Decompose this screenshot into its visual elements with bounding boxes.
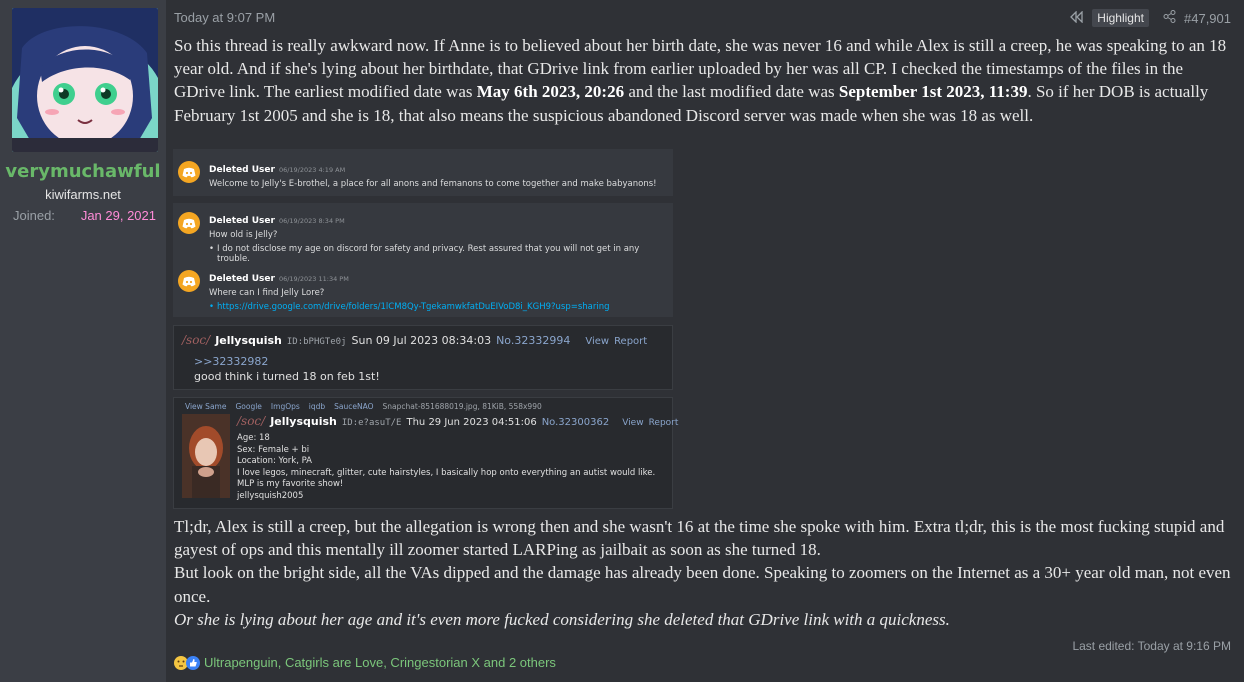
discord-time: 06/19/2023 4:19 AM <box>278 166 346 174</box>
rewind-icon[interactable] <box>1070 9 1084 26</box>
chan-poster-name: Jellysquish <box>270 415 337 428</box>
chan-file-link[interactable]: iqdb <box>309 402 325 411</box>
discord-time: 06/19/2023 11:34 PM <box>278 275 349 283</box>
discord-message-text: How old is Jelly? <box>209 230 278 240</box>
chan-post-line: jellysquish2005 <box>237 490 304 501</box>
body-paragraph-italic: Or she is lying about her age and it's e… <box>174 608 1234 631</box>
chan-file-info: Snapchat-851688019.jpg, 81KiB, 558x990 <box>382 402 542 411</box>
chan-report-link[interactable]: Report <box>649 418 679 428</box>
chan-post-line: Age: 18 <box>237 433 270 443</box>
post-main: Today at 9:07 PM Highlight #47,901 So th… <box>166 0 1244 682</box>
chan-view-link[interactable]: View <box>622 418 643 428</box>
chan-post-date: Sun 09 Jul 2023 08:34:03 <box>351 334 492 347</box>
chan-poster-name: Jellysquish <box>215 334 282 347</box>
reactions-list[interactable]: Ultrapenguin, Catgirls are Love, Cringes… <box>204 655 556 670</box>
share-icon[interactable] <box>1163 10 1176 26</box>
chan-post-date: Thu 29 Jun 2023 04:51:06 <box>406 417 537 428</box>
chan-post-line: Sex: Female + bi <box>237 444 310 455</box>
chan-file-link[interactable]: SauceNAO <box>334 402 373 411</box>
discord-message: Deleted User 06/19/2023 11:34 PM Where ca… <box>178 266 610 312</box>
discord-avatar-icon <box>178 270 200 292</box>
reactions-bar[interactable]: Ultrapenguin, Catgirls are Love, Cringes… <box>174 655 556 670</box>
discord-time: 06/19/2023 8:34 PM <box>278 217 345 225</box>
chan-screenshot-op[interactable]: View Same Google ImgOps iqdb SauceNAO Sn… <box>173 397 678 509</box>
chan-post-number[interactable]: No.32332994 <box>496 334 570 347</box>
body-text-segment: and the last modified date was <box>624 82 839 102</box>
discord-screenshot-welcome[interactable]: Deleted User 06/19/2023 4:19 AM Welcome t… <box>173 149 673 196</box>
chan-file-link[interactable]: ImgOps <box>271 402 300 411</box>
chan-board: /soc/ <box>182 333 211 347</box>
post-body-conclusion: Tl;dr, Alex is still a creep, but the al… <box>174 515 1234 631</box>
chan-view-link[interactable]: View <box>585 336 609 347</box>
discord-avatar-icon <box>178 161 200 183</box>
like-reaction-icon <box>186 655 200 670</box>
username[interactable]: verymuchawful <box>0 161 166 182</box>
chan-post-number[interactable]: No.32300362 <box>542 417 610 428</box>
bold-date-latest: September 1st 2023, 11:39 <box>838 82 1028 102</box>
discord-message: Deleted User 06/19/2023 8:34 PM How old i… <box>178 208 673 264</box>
italic-text: Or she is lying about her age and it's e… <box>174 609 950 629</box>
discord-username: Deleted User <box>209 274 275 284</box>
chan-poster-id: ID:e?asuT/E <box>341 418 402 428</box>
chan-post-line: I love legos, minecraft, glitter, cute h… <box>237 467 656 490</box>
bold-date-earliest: May 6th 2023, 20:26 <box>476 82 625 102</box>
chan-post-body: Age: 18 Sex: Female + bi Location: York,… <box>237 433 667 502</box>
chan-file-links: View Same Google ImgOps iqdb SauceNAO Sn… <box>185 402 542 411</box>
discord-avatar-icon <box>178 212 200 234</box>
user-title: kiwifarms.net <box>45 187 121 202</box>
chan-board: /soc/ <box>237 414 266 428</box>
post-body-intro: So this thread is really awkward now. If… <box>174 34 1234 127</box>
discord-message-text: Where can I find Jelly Lore? <box>209 288 325 298</box>
chan-post-header: /soc/ Jellysquish ID:e?asuT/E Thu 29 Jun… <box>237 414 678 428</box>
discord-username: Deleted User <box>209 216 275 226</box>
chan-post-line: Location: York, PA <box>237 456 312 466</box>
chan-quote-link[interactable]: >>32332982 <box>194 355 268 368</box>
joined-label: Joined: <box>13 208 55 223</box>
chan-file-link[interactable]: Google <box>235 402 261 411</box>
user-pane: verymuchawful kiwifarms.net Joined: Jan … <box>0 0 166 682</box>
post-number[interactable]: #47,901 <box>1184 11 1231 26</box>
chan-report-link[interactable]: Report <box>614 336 647 347</box>
user-avatar[interactable] <box>12 8 158 152</box>
discord-username: Deleted User <box>209 165 275 175</box>
highlight-button[interactable]: Highlight <box>1092 9 1149 27</box>
chan-screenshot-reply[interactable]: /soc/ Jellysquish ID:bPHGTe0j Sun 09 Jul… <box>173 325 673 390</box>
discord-message: Deleted User 06/19/2023 4:19 AM Welcome t… <box>178 157 657 189</box>
chan-thumbnail[interactable] <box>182 414 230 498</box>
discord-gdrive-link[interactable]: https://drive.google.com/drive/folders/1… <box>209 302 610 312</box>
discord-bullet: I do not disclose my age on discord for … <box>209 244 673 264</box>
chan-poster-id: ID:bPHGTe0j <box>286 337 347 347</box>
body-paragraph: But look on the bright side, all the VAs… <box>174 563 1231 606</box>
joined-date: Jan 29, 2021 <box>80 208 156 223</box>
post-header-actions: Highlight #47,901 <box>1070 8 1231 28</box>
post-timestamp[interactable]: Today at 9:07 PM <box>174 10 275 25</box>
forum-post: verymuchawful kiwifarms.net Joined: Jan … <box>0 0 1244 682</box>
last-edited: Last edited: Today at 9:16 PM <box>1072 639 1231 653</box>
chan-post-text: good think i turned 18 on feb 1st! <box>194 370 380 383</box>
body-paragraph: Tl;dr, Alex is still a creep, but the al… <box>174 517 1225 560</box>
discord-screenshot-age[interactable]: Deleted User 06/19/2023 8:34 PM How old i… <box>173 203 673 317</box>
chan-post-header: /soc/ Jellysquish ID:bPHGTe0j Sun 09 Jul… <box>182 333 647 347</box>
chan-file-link[interactable]: View Same <box>185 402 226 411</box>
discord-message-text: Welcome to Jelly's E-brothel, a place fo… <box>209 179 657 189</box>
